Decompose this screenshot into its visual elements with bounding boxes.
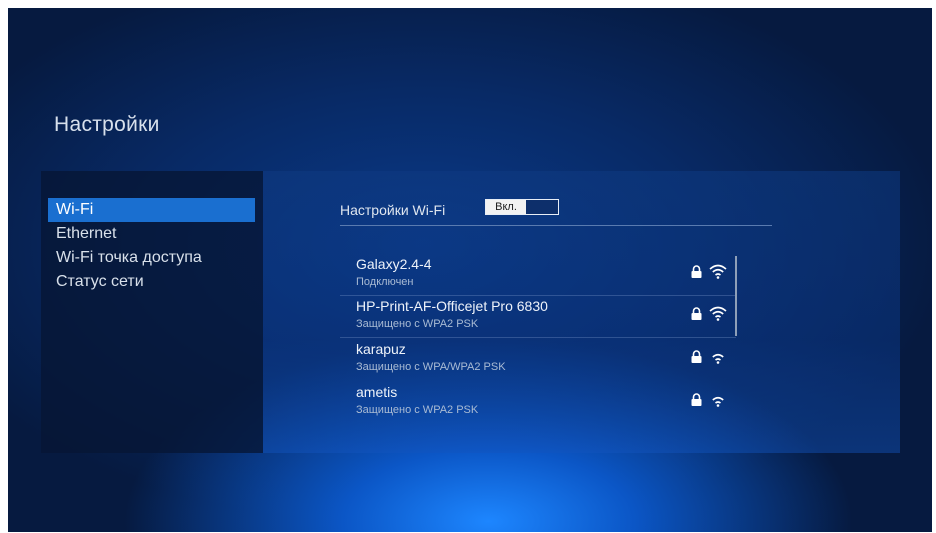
divider — [340, 225, 772, 226]
row-divider — [340, 337, 736, 338]
network-status: Защищено с WPA2 PSK — [356, 404, 479, 416]
sidebar-item-wifi[interactable]: Wi-Fi — [48, 198, 255, 222]
network-status: Защищено с WPA/WPA2 PSK — [356, 361, 506, 373]
sidebar-item-wifi-hotspot[interactable]: Wi-Fi точка доступа — [48, 246, 255, 270]
wifi-settings-label: Настройки Wi-Fi — [340, 202, 446, 218]
sidebar-panel: Wi-Fi Ethernet Wi-Fi точка доступа Стату… — [41, 171, 263, 453]
network-item-hp-print[interactable]: HP-Print-AF-Officejet Pro 6830 Защищено … — [340, 298, 740, 340]
wifi-signal-icon — [712, 396, 724, 407]
sidebar-item-ethernet[interactable]: Ethernet — [48, 222, 255, 246]
wifi-toggle-on-label: Вкл. — [486, 200, 526, 214]
lock-icon — [691, 350, 702, 363]
network-status: Подключен — [356, 276, 414, 288]
network-item-galaxy[interactable]: Galaxy2.4-4 Подключен — [340, 256, 740, 298]
network-item-karapuz[interactable]: karapuz Защищено с WPA/WPA2 PSK — [340, 341, 740, 383]
lock-icon — [691, 265, 702, 278]
page-title: Настройки — [54, 113, 160, 136]
network-status: Защищено с WPA2 PSK — [356, 318, 479, 330]
row-divider — [340, 295, 736, 296]
wifi-signal-icon — [709, 306, 727, 321]
wifi-signal-icon — [712, 353, 724, 364]
network-list-scrollbar[interactable] — [735, 256, 737, 336]
network-name: HP-Print-AF-Officejet Pro 6830 — [356, 298, 548, 314]
network-name: ametis — [356, 384, 398, 400]
network-name: karapuz — [356, 341, 406, 357]
lock-icon — [691, 307, 702, 320]
wifi-signal-icon — [709, 264, 727, 279]
network-item-ametis[interactable]: ametis Защищено с WPA2 PSK — [340, 384, 740, 426]
sidebar-item-network-status[interactable]: Статус сети — [48, 270, 255, 294]
wifi-toggle[interactable]: Вкл. — [485, 199, 559, 215]
network-name: Galaxy2.4-4 — [356, 256, 432, 272]
lock-icon — [691, 393, 702, 406]
